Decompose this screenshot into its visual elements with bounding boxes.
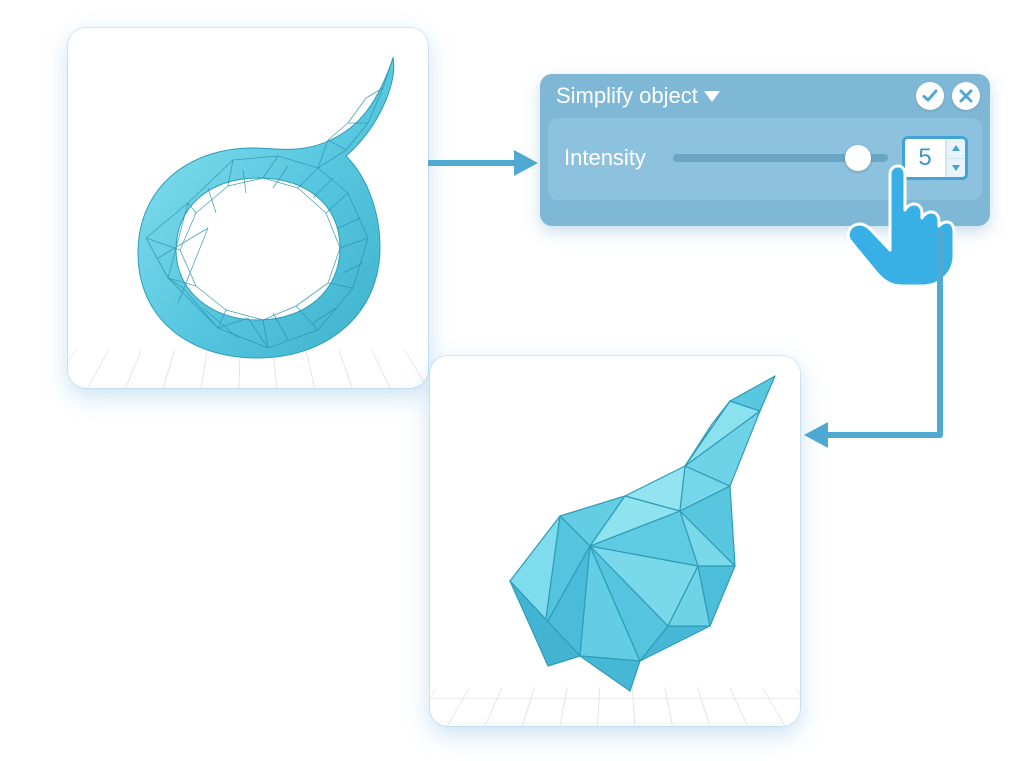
intensity-value[interactable]: 5	[905, 139, 945, 177]
panel-body: Intensity 5	[548, 118, 982, 200]
panel-header: Simplify object	[540, 74, 990, 114]
fade	[430, 356, 800, 560]
close-button[interactable]	[952, 82, 980, 110]
preview-before-card	[68, 28, 428, 388]
intensity-slider[interactable]	[673, 147, 888, 169]
ground-grid	[430, 687, 800, 726]
low-poly-ring-mesh	[430, 356, 800, 726]
panel-title-dropdown[interactable]: Simplify object	[556, 83, 720, 109]
chevron-down-icon	[952, 165, 960, 171]
slider-thumb[interactable]	[845, 145, 871, 171]
panel-title-text: Simplify object	[556, 83, 698, 109]
fade	[68, 28, 428, 226]
arrow-panel-to-after	[800, 225, 970, 465]
ground-grid	[68, 349, 428, 388]
simplify-panel: Simplify object Intensity	[540, 74, 990, 226]
preview-after-card	[430, 356, 800, 726]
intensity-spinner: 5	[902, 136, 968, 180]
check-icon	[921, 87, 939, 105]
spinner-buttons	[945, 139, 965, 177]
chevron-down-icon	[704, 91, 720, 102]
close-icon	[958, 88, 974, 104]
chevron-up-icon	[952, 145, 960, 151]
confirm-button[interactable]	[916, 82, 944, 110]
arrow-before-to-panel	[428, 138, 538, 188]
spinner-down-button[interactable]	[947, 159, 965, 178]
panel-actions	[916, 82, 980, 110]
page: Simplify object Intensity	[0, 0, 1024, 761]
spinner-up-button[interactable]	[947, 139, 965, 159]
high-poly-ring-mesh	[68, 28, 428, 388]
intensity-label: Intensity	[564, 145, 659, 171]
